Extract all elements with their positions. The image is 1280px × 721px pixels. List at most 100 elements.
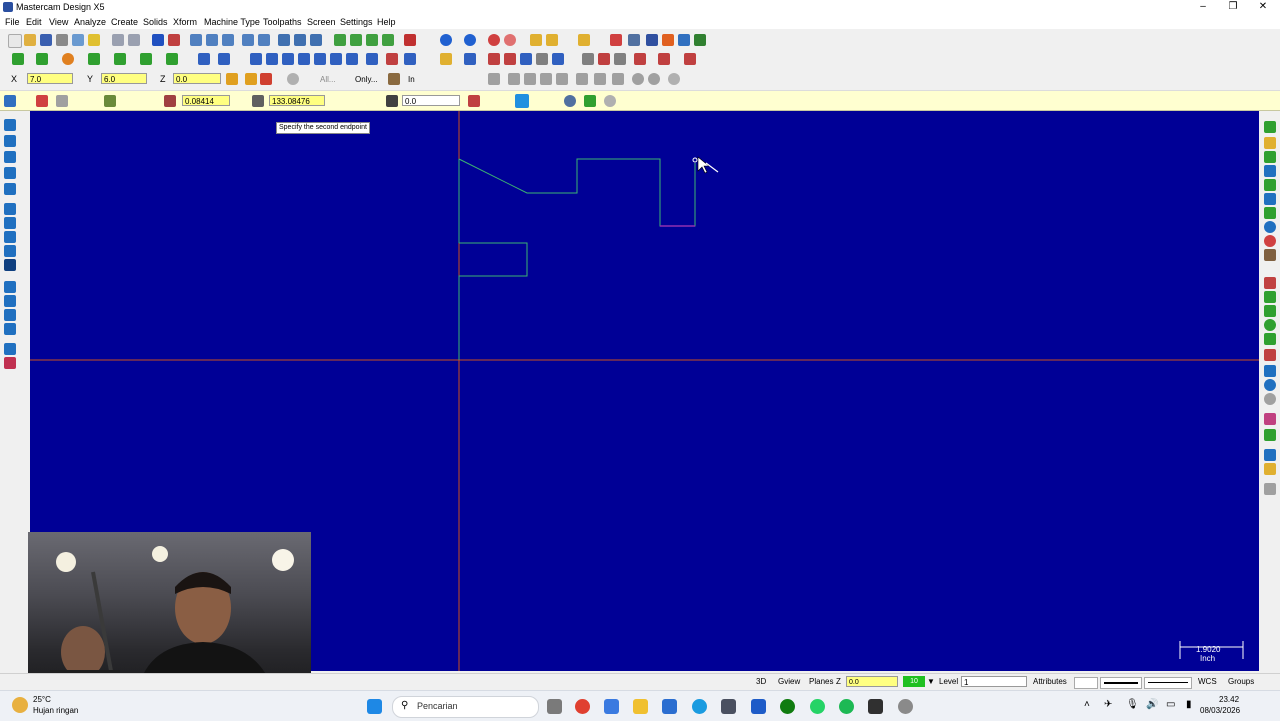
- draft-icon[interactable]: [4, 309, 16, 321]
- xform-mirror-icon[interactable]: [282, 53, 294, 65]
- file-explorer-icon[interactable]: [633, 699, 648, 714]
- layout-icon[interactable]: [4, 343, 16, 355]
- store-icon[interactable]: [662, 699, 677, 714]
- backplot-icon[interactable]: [646, 34, 658, 46]
- right-plane-icon[interactable]: [1264, 207, 1276, 219]
- print-icon[interactable]: [56, 34, 68, 46]
- wcs-button[interactable]: WCS: [1198, 677, 1217, 686]
- contour-icon[interactable]: [464, 53, 476, 65]
- menu-settings[interactable]: Settings: [340, 17, 373, 27]
- right-cone-icon[interactable]: [1264, 179, 1276, 191]
- verify-icon[interactable]: [578, 34, 590, 46]
- only-button[interactable]: Only...: [355, 75, 378, 84]
- right-pocket-icon[interactable]: [1264, 305, 1276, 317]
- point-icon[interactable]: [12, 53, 24, 65]
- right-sphere-icon[interactable]: [1264, 221, 1276, 233]
- chevron-up-icon[interactable]: ˄: [1084, 699, 1090, 710]
- start-icon[interactable]: [367, 699, 382, 714]
- xform-offset-icon[interactable]: [314, 53, 326, 65]
- horizontal-icon[interactable]: [468, 95, 480, 107]
- spline-icon[interactable]: [166, 53, 178, 65]
- repaint-icon[interactable]: [168, 34, 180, 46]
- right-drill-icon[interactable]: [1264, 277, 1276, 289]
- menu-machine-type[interactable]: Machine Type: [204, 17, 260, 27]
- right-globe-icon[interactable]: [1264, 379, 1276, 391]
- chain-icon[interactable]: [294, 34, 306, 46]
- select-chain-icon[interactable]: [556, 73, 568, 85]
- edit-endpoint1-icon[interactable]: [36, 95, 48, 107]
- measure-icon[interactable]: [546, 34, 558, 46]
- verify-solid-icon[interactable]: [658, 53, 670, 65]
- xform-translate-icon[interactable]: [250, 53, 262, 65]
- app-icon-cube[interactable]: [721, 699, 736, 714]
- edge-icon[interactable]: [692, 699, 707, 714]
- point-create-icon[interactable]: [4, 167, 16, 179]
- right-grid-icon[interactable]: [1264, 349, 1276, 361]
- fast-point-icon[interactable]: [226, 73, 238, 85]
- battery-icon[interactable]: ▮: [1186, 699, 1192, 710]
- front-view-icon[interactable]: [350, 34, 362, 46]
- window-select-icon[interactable]: [310, 34, 322, 46]
- verify-selection-icon[interactable]: [612, 73, 624, 85]
- multi-line-icon[interactable]: [104, 95, 116, 107]
- groups-button[interactable]: Groups: [1228, 677, 1254, 686]
- machine-def-icon[interactable]: [684, 53, 696, 65]
- xform-roll-icon[interactable]: [366, 53, 378, 65]
- length-input[interactable]: 0.08414: [182, 95, 230, 106]
- selection-mode-icon[interactable]: [388, 73, 400, 85]
- ok-check-icon[interactable]: [584, 95, 596, 107]
- angle-input[interactable]: 133.08476: [269, 95, 325, 106]
- minimize-button[interactable]: –: [1188, 0, 1218, 15]
- save-as-icon[interactable]: [72, 34, 84, 46]
- menu-file[interactable]: File: [5, 17, 20, 27]
- menu-edit[interactable]: Edit: [26, 17, 42, 27]
- point-style-selector[interactable]: [1074, 677, 1098, 689]
- right-ruler-icon[interactable]: [1264, 483, 1276, 495]
- level-input[interactable]: 1: [961, 676, 1027, 687]
- menu-solids[interactable]: Solids: [143, 17, 168, 27]
- sweep-icon[interactable]: [4, 245, 16, 257]
- no-entry-icon[interactable]: [632, 73, 644, 85]
- revolve-icon[interactable]: [4, 231, 16, 243]
- right-line-icon[interactable]: [1264, 121, 1276, 133]
- operations-icon[interactable]: [628, 34, 640, 46]
- render-icon[interactable]: [488, 34, 500, 46]
- vertical-icon[interactable]: [386, 95, 398, 107]
- new-file-icon[interactable]: [8, 34, 22, 48]
- display-icon[interactable]: ▭: [1166, 699, 1175, 710]
- stock-icon[interactable]: [598, 53, 610, 65]
- level-manager-icon[interactable]: [4, 119, 16, 131]
- menu-screen[interactable]: Screen: [307, 17, 336, 27]
- right-check-icon[interactable]: [1264, 429, 1276, 441]
- menu-view[interactable]: View: [49, 17, 68, 27]
- xform-scale-icon[interactable]: [298, 53, 310, 65]
- post-icon[interactable]: [678, 34, 690, 46]
- surface-create-icon[interactable]: [4, 135, 16, 147]
- analyze-icon[interactable]: [530, 34, 542, 46]
- top-view-icon[interactable]: [334, 34, 346, 46]
- color-dropdown-icon[interactable]: ▼: [927, 677, 935, 686]
- shell-icon[interactable]: [4, 295, 16, 307]
- trim-icon[interactable]: [198, 53, 210, 65]
- gview-button[interactable]: Gview: [778, 677, 800, 686]
- right-tool-icon[interactable]: [1264, 249, 1276, 261]
- stop-icon[interactable]: [662, 34, 674, 46]
- break-icon[interactable]: [218, 53, 230, 65]
- mastercam-alt-icon[interactable]: [751, 699, 766, 714]
- xform-project-icon[interactable]: [330, 53, 342, 65]
- rectangle-icon[interactable]: [88, 53, 100, 65]
- export-icon[interactable]: [694, 34, 706, 46]
- right-nest-icon[interactable]: [1264, 449, 1276, 461]
- right-box-icon[interactable]: [1264, 151, 1276, 163]
- mesh-icon[interactable]: [582, 53, 594, 65]
- arc-create-icon[interactable]: [4, 151, 16, 163]
- z-coordinate-input[interactable]: 0.0: [173, 73, 221, 84]
- surface-icon[interactable]: [536, 53, 548, 65]
- menu-analyze[interactable]: Analyze: [74, 17, 106, 27]
- volume-icon[interactable]: 🔊: [1146, 699, 1158, 710]
- fixture-icon[interactable]: [614, 53, 626, 65]
- edit-endpoint2-icon[interactable]: [56, 95, 68, 107]
- chamfer-icon[interactable]: [140, 53, 152, 65]
- weather-icon[interactable]: [12, 697, 28, 713]
- hint-icon[interactable]: [88, 34, 100, 46]
